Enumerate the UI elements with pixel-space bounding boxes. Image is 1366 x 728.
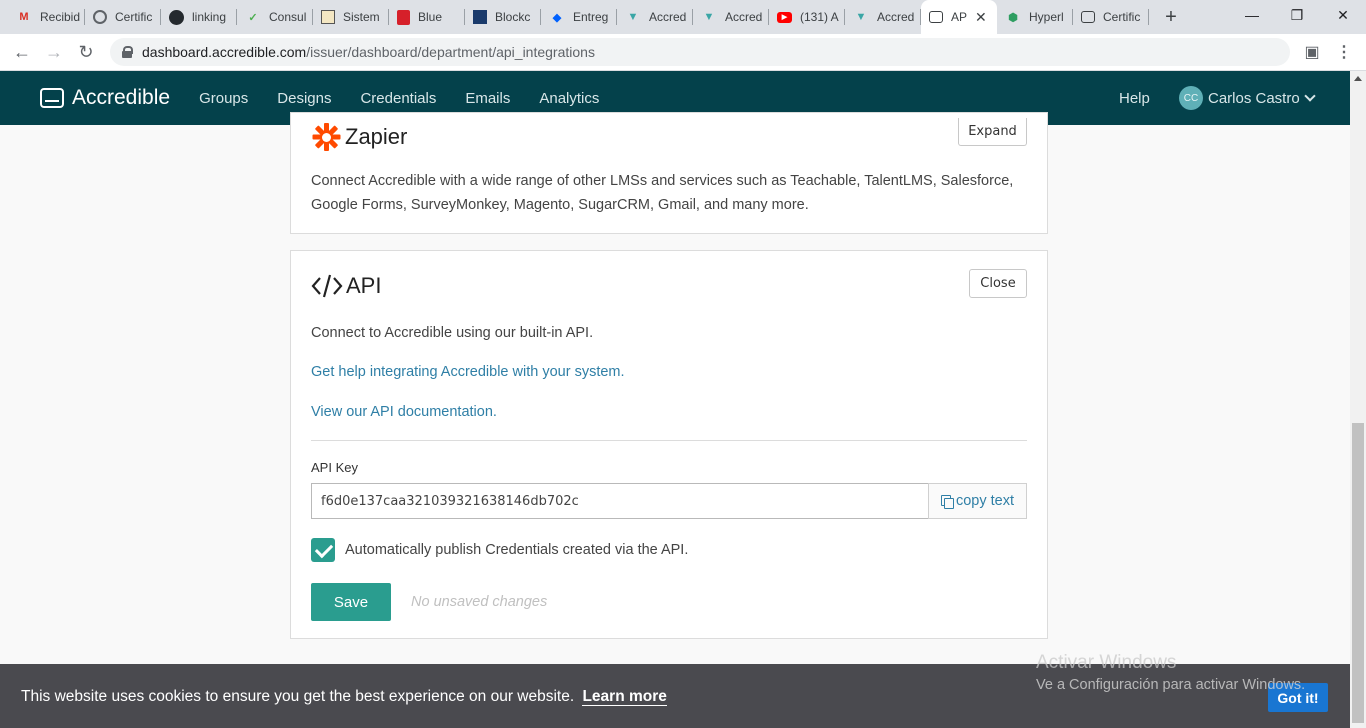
zapier-card: Zapier Expand Connect Accredible with a …: [290, 112, 1048, 234]
image-icon: [321, 10, 335, 24]
globe-icon: [93, 10, 107, 24]
address-bar[interactable]: dashboard.accredible.com/issuer/dashboar…: [110, 38, 1290, 66]
forward-arrow-icon[interactable]: →: [38, 36, 70, 68]
tab-accred-3[interactable]: ▼ Accred: [845, 0, 921, 34]
accredible-icon: ▼: [627, 11, 639, 23]
tab-consul[interactable]: ✓ Consul: [237, 0, 313, 34]
zapier-asterisk-icon: [311, 122, 341, 152]
nav-groups[interactable]: Groups: [199, 90, 248, 107]
windows-watermark-title: Activar Windows: [1036, 652, 1177, 673]
profile-badge-icon[interactable]: ▣: [1298, 38, 1326, 66]
api-key-field[interactable]: [311, 483, 929, 519]
gmail-icon: M: [19, 11, 29, 23]
accredible-logo-icon: [40, 88, 64, 108]
save-status: No unsaved changes: [411, 594, 548, 610]
api-key-label: API Key: [311, 460, 358, 475]
auto-publish-checkbox[interactable]: [311, 538, 335, 562]
copy-icon: [940, 494, 954, 509]
save-button[interactable]: Save: [311, 583, 391, 621]
accredible-icon: ▼: [855, 11, 867, 23]
close-tab-icon[interactable]: ✕: [975, 9, 987, 26]
check-icon: ✓: [248, 11, 258, 24]
accredible-card-icon: [929, 11, 943, 23]
user-name: Carlos Castro: [1208, 89, 1300, 107]
tab-gmail[interactable]: M Recibid: [0, 0, 85, 34]
zapier-title: Zapier: [311, 122, 407, 152]
api-docs-link[interactable]: View our API documentation.: [311, 404, 497, 420]
nav-help[interactable]: Help: [1119, 90, 1150, 107]
tab-accred-2[interactable]: ▼ Accred: [693, 0, 769, 34]
browser-tabstrip: M Recibid Certific linking ✓ Consul Sistem…: [0, 0, 1366, 34]
page-scrollbar[interactable]: [1350, 71, 1366, 728]
url-path: /issuer/dashboard/department/api_integra…: [306, 44, 595, 60]
nav-links: Groups Designs Credentials Emails Analyt…: [199, 90, 628, 107]
zapier-description: Connect Accredible with a wide range of …: [311, 173, 1014, 213]
lock-icon: [122, 46, 133, 58]
code-icon: [311, 274, 343, 298]
tab-sistem[interactable]: Sistem: [313, 0, 389, 34]
dropbox-icon: ◆: [552, 11, 562, 24]
hyperledger-icon: ⬢: [1008, 11, 1018, 24]
tab-blue[interactable]: Blue: [389, 0, 465, 34]
tab-certific[interactable]: Certific: [85, 0, 161, 34]
tab-accred-1[interactable]: ▼ Accred: [617, 0, 693, 34]
copy-text-button[interactable]: copy text: [928, 483, 1027, 519]
minimize-icon[interactable]: —: [1229, 0, 1275, 30]
scroll-up-arrow-icon[interactable]: [1354, 76, 1362, 81]
api-description: Connect to Accredible using our built-in…: [311, 325, 594, 341]
block-icon: [473, 10, 487, 24]
restore-icon[interactable]: ❐: [1274, 0, 1320, 30]
learn-more-link[interactable]: Learn more: [582, 688, 667, 706]
avatar: CC: [1179, 86, 1203, 110]
auto-publish-label: Automatically publish Credentials create…: [345, 542, 689, 558]
tab-entreg[interactable]: ◆ Entreg: [541, 0, 617, 34]
tab-hyperl[interactable]: ⬢ Hyperl: [997, 0, 1073, 34]
user-menu[interactable]: CC Carlos Castro: [1179, 86, 1316, 110]
help-integrating-link[interactable]: Get help integrating Accredible with you…: [311, 364, 625, 380]
nav-analytics[interactable]: Analytics: [539, 90, 599, 107]
blue-shield-icon: [397, 9, 410, 25]
github-icon: [169, 9, 184, 25]
browser-toolbar: ← → ↻ dashboard.accredible.com/issuer/da…: [0, 34, 1366, 71]
tab-blockc[interactable]: Blockc: [465, 0, 541, 34]
accredible-card-icon: [1081, 11, 1095, 23]
close-button[interactable]: Close: [969, 269, 1027, 298]
tab-github[interactable]: linking: [161, 0, 237, 34]
url-host: dashboard.accredible.com: [142, 44, 307, 60]
tab-certific-2[interactable]: Certific: [1073, 0, 1149, 34]
logo[interactable]: Accredible: [40, 86, 170, 110]
expand-button[interactable]: Expand: [958, 118, 1027, 146]
accredible-icon: ▼: [703, 11, 715, 23]
scroll-thumb[interactable]: [1352, 423, 1364, 723]
windows-watermark-text: Ve a Configuración para activar Windows.: [1036, 677, 1306, 693]
back-arrow-icon[interactable]: ←: [6, 36, 38, 68]
api-card: API Close Connect to Accredible using ou…: [290, 250, 1048, 639]
youtube-icon: ▶: [777, 11, 792, 23]
divider: [311, 440, 1027, 441]
nav-emails[interactable]: Emails: [465, 90, 510, 107]
menu-kebab-icon[interactable]: ⋮: [1330, 38, 1358, 66]
cookie-text: This website uses cookies to ensure you …: [21, 688, 667, 706]
close-window-icon[interactable]: ✕: [1320, 0, 1366, 30]
tab-api-active[interactable]: AP ✕: [921, 0, 997, 34]
api-title: API: [311, 273, 381, 299]
new-tab-plus-icon[interactable]: +: [1157, 3, 1185, 31]
nav-credentials[interactable]: Credentials: [360, 90, 436, 107]
nav-designs[interactable]: Designs: [277, 90, 331, 107]
reload-icon[interactable]: ↻: [70, 36, 102, 68]
tab-youtube[interactable]: ▶ (131) A: [769, 0, 845, 34]
chevron-down-icon: [1304, 90, 1316, 102]
